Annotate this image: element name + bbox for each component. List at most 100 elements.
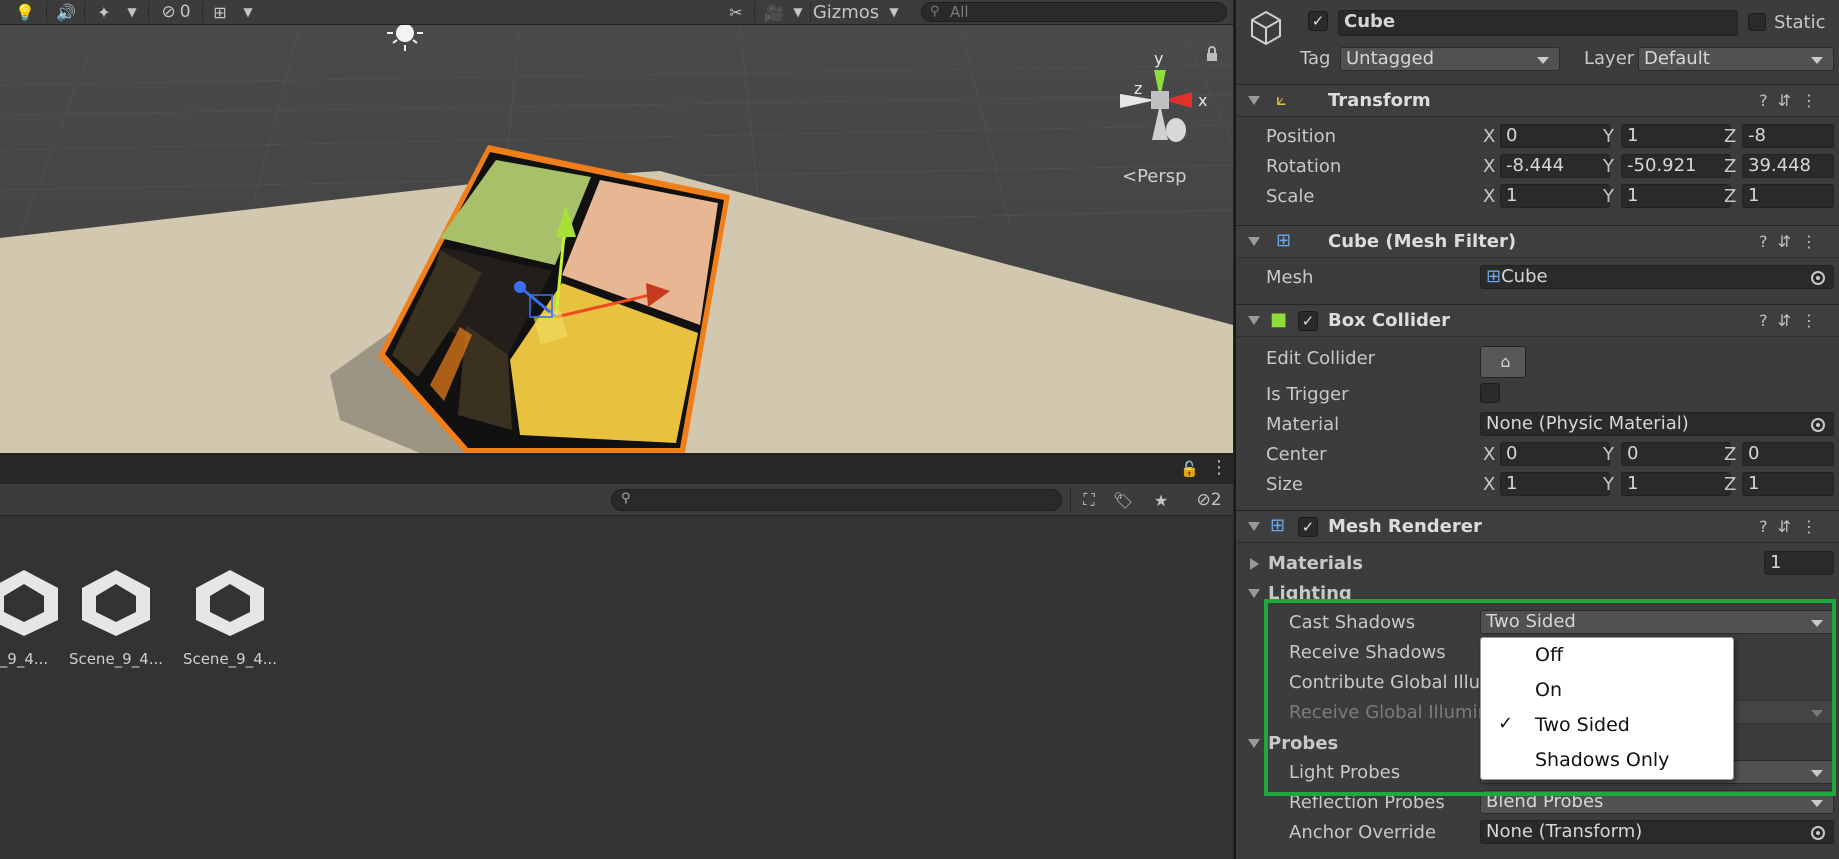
box-collider-header[interactable]: ■ ✓ Box Collider ?⇵⋮ — [1236, 304, 1839, 337]
center-row: Center X0 Y0 Z0 — [1236, 442, 1839, 468]
chevron-down-icon — [1811, 57, 1823, 64]
rotation-z-field[interactable]: 39.448 — [1742, 154, 1834, 178]
position-row: Position X0 Y1 Z -8 — [1236, 124, 1839, 150]
checkmark-icon: ✓ — [1498, 713, 1514, 734]
static-checkbox[interactable] — [1748, 13, 1766, 31]
physic-material-field[interactable]: None (Physic Material) — [1480, 412, 1834, 436]
scale-z-field[interactable]: 1 — [1742, 184, 1834, 208]
effects-toggle-icon[interactable]: ✦ — [90, 1, 118, 23]
component-menu-icons[interactable]: ?⇵⋮ — [1759, 517, 1827, 536]
filter-by-label-icon[interactable]: 🏷 — [1108, 489, 1138, 511]
transform-header[interactable]: ⟀ Transform ?⇵⋮ — [1236, 84, 1839, 117]
anchor-override-row: Anchor Override None (Transform) — [1236, 820, 1839, 846]
mesh-object-field[interactable]: ⊞Cube — [1480, 265, 1834, 289]
is-trigger-checkbox[interactable] — [1480, 383, 1500, 403]
scene-search-input[interactable]: ⚲ All — [921, 2, 1227, 22]
gizmos-dropdown-icon[interactable]: ▼ — [884, 1, 904, 23]
scene-view[interactable]: y x z <Persp — [0, 25, 1233, 453]
mesh-renderer-header[interactable]: ⊞ ✓ Mesh Renderer ?⇵⋮ — [1236, 510, 1839, 543]
material-row: Material None (Physic Material) — [1236, 412, 1839, 438]
mesh-renderer-icon: ⊞ — [1270, 515, 1286, 536]
grid-dropdown-icon[interactable]: ▼ — [238, 1, 258, 23]
position-y-field[interactable]: 1 — [1621, 124, 1731, 148]
eye-slash-icon: ⊘ — [1196, 490, 1211, 510]
unity-scene-icon — [82, 570, 150, 636]
eye-slash-icon: ⊘ — [161, 2, 176, 22]
size-x-field[interactable]: 1 — [1500, 472, 1610, 496]
popup-option-off[interactable]: Off — [1481, 638, 1733, 673]
object-picker-icon[interactable] — [1811, 418, 1825, 432]
rotation-x-field[interactable]: -8.444 — [1500, 154, 1610, 178]
mesh-renderer-enabled-checkbox[interactable]: ✓ — [1298, 517, 1318, 537]
scene-toolbar: 💡 🔊 ✦ ▼ ⊘ 0 ⊞ ▼ ✂ 🎥 ▼ Gizmos ▼ ⚲ All — [0, 0, 1233, 25]
mesh-grid-icon: ⊞ — [1486, 266, 1502, 287]
audio-toggle-icon[interactable]: 🔊 — [52, 1, 80, 23]
scene-canvas: y x z — [0, 25, 1233, 453]
collider-cube-icon: ■ — [1270, 309, 1288, 330]
hidden-objects-toggle[interactable]: ⊘ 0 — [154, 1, 198, 23]
tools-icon[interactable]: ✂ — [722, 1, 750, 23]
center-x-field[interactable]: 0 — [1500, 442, 1610, 466]
materials-row[interactable]: Materials 1 — [1236, 551, 1839, 577]
projection-label[interactable]: <Persp — [1122, 166, 1187, 187]
favorite-star-icon[interactable]: ★ — [1146, 489, 1176, 511]
size-y-field[interactable]: 1 — [1621, 472, 1731, 496]
cast-shadows-popup-menu: Off On ✓ Two Sided Shadows Only — [1480, 637, 1734, 780]
unity-scene-icon — [0, 570, 58, 636]
camera-dropdown-icon[interactable]: ▼ — [788, 1, 808, 23]
svg-text:z: z — [1134, 79, 1142, 98]
edit-collider-button[interactable]: ⌂ — [1480, 346, 1526, 378]
object-picker-icon[interactable] — [1811, 271, 1825, 285]
center-z-field[interactable]: 0 — [1742, 442, 1834, 466]
foldout-arrow-icon — [1248, 316, 1260, 325]
mesh-grid-icon: ⊞ — [1276, 230, 1292, 251]
scale-x-field[interactable]: 1 — [1500, 184, 1610, 208]
project-toolbar: ⚲ ⛶ 🏷 ★ ⊘ 2 — [0, 484, 1233, 516]
popup-option-two-sided[interactable]: ✓ Two Sided — [1481, 708, 1733, 743]
component-menu-icons[interactable]: ?⇵⋮ — [1759, 91, 1827, 110]
gameobject-cube-icon[interactable] — [1246, 8, 1286, 52]
lock-icon[interactable]: 🔓 — [1180, 460, 1199, 478]
gizmos-button[interactable]: Gizmos — [812, 1, 880, 23]
size-z-field[interactable]: 1 — [1742, 472, 1834, 496]
object-picker-icon[interactable] — [1811, 826, 1825, 840]
layer-label: Layer — [1584, 48, 1635, 69]
position-x-field[interactable]: 0 — [1500, 124, 1610, 148]
center-y-field[interactable]: 0 — [1621, 442, 1731, 466]
materials-count-field[interactable]: 1 — [1764, 551, 1834, 575]
layer-dropdown[interactable]: Default — [1638, 47, 1834, 71]
tag-label: Tag — [1300, 48, 1331, 69]
project-search-input[interactable]: ⚲ — [611, 489, 1062, 511]
grid-toggle-icon[interactable]: ⊞ — [206, 1, 234, 23]
svg-text:x: x — [1198, 91, 1207, 110]
search-icon: ⚲ — [621, 491, 631, 506]
more-options-icon[interactable]: ⋮ — [1210, 457, 1228, 478]
filter-by-type-icon[interactable]: ⛶ — [1074, 489, 1104, 511]
size-row: Size X1 Y1 Z1 — [1236, 472, 1839, 498]
object-name-field[interactable]: Cube — [1338, 10, 1738, 36]
component-menu-icons[interactable]: ?⇵⋮ — [1759, 232, 1827, 251]
mesh-row: Mesh ⊞Cube — [1236, 265, 1839, 291]
effects-dropdown-icon[interactable]: ▼ — [122, 1, 142, 23]
mesh-filter-header[interactable]: ⊞ Cube (Mesh Filter) ?⇵⋮ — [1236, 225, 1839, 258]
foldout-arrow-icon — [1248, 739, 1260, 748]
asset-item[interactable]: _9_4... — [0, 566, 74, 668]
active-checkbox[interactable]: ✓ — [1308, 11, 1328, 31]
box-collider-enabled-checkbox[interactable]: ✓ — [1298, 311, 1318, 331]
foldout-arrow-icon — [1248, 522, 1260, 531]
component-menu-icons[interactable]: ?⇵⋮ — [1759, 311, 1827, 330]
position-z-field[interactable]: -8 — [1742, 124, 1834, 148]
static-label: Static — [1774, 12, 1826, 33]
scale-y-field[interactable]: 1 — [1621, 184, 1731, 208]
camera-icon[interactable]: 🎥 — [760, 1, 788, 23]
rotation-row: Rotation X -8.444 Y -50.921 Z 39.448 — [1236, 154, 1839, 180]
tag-dropdown[interactable]: Untagged — [1340, 47, 1560, 71]
rotation-y-field[interactable]: -50.921 — [1621, 154, 1731, 178]
lighting-toggle-icon[interactable]: 💡 — [10, 1, 40, 23]
popup-option-on[interactable]: On — [1481, 673, 1733, 708]
popup-option-shadows-only[interactable]: Shadows Only — [1481, 743, 1733, 778]
asset-item[interactable]: Scene_9_4... — [66, 566, 166, 668]
anchor-override-field[interactable]: None (Transform) — [1480, 820, 1834, 844]
hidden-packages-toggle[interactable]: ⊘ 2 — [1186, 489, 1232, 511]
asset-item[interactable]: Scene_9_4... — [180, 566, 280, 668]
